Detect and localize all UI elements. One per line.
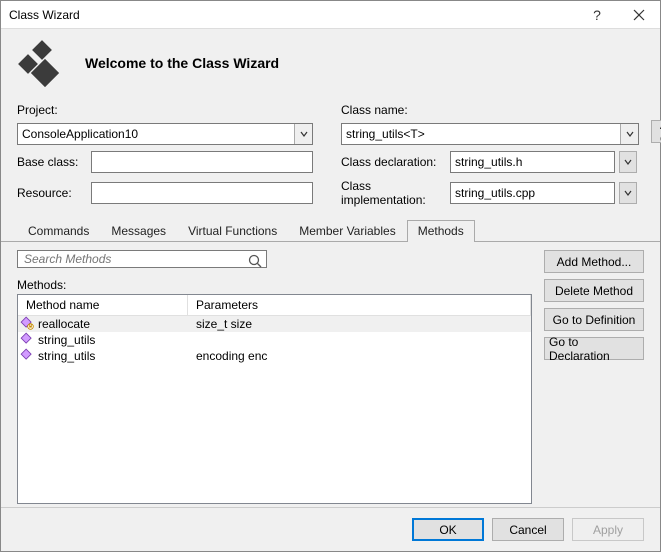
column-parameters[interactable]: Parameters bbox=[188, 295, 531, 315]
go-to-declaration-button[interactable]: Go to Declaration bbox=[544, 337, 644, 360]
class-name-combo[interactable]: string_utils<T> bbox=[341, 123, 639, 145]
ok-button[interactable]: OK bbox=[412, 518, 484, 541]
method-name: string_utils bbox=[38, 333, 95, 347]
tab-methods[interactable]: Methods bbox=[407, 220, 475, 242]
table-row[interactable]: reallocate size_t size bbox=[18, 316, 531, 332]
resource-label: Resource: bbox=[17, 186, 87, 200]
class-name-label: Class name: bbox=[341, 103, 446, 117]
class-implementation-value: string_utils.cpp bbox=[455, 186, 535, 200]
wizard-title: Welcome to the Class Wizard bbox=[85, 55, 279, 71]
tab-virtual-functions[interactable]: Virtual Functions bbox=[177, 220, 288, 242]
method-params: encoding enc bbox=[188, 349, 531, 363]
table-body: reallocatesize_t sizestring_utilsstring_… bbox=[18, 316, 531, 503]
delete-method-button[interactable]: Delete Method bbox=[544, 279, 644, 302]
class-implementation-label: Class implementation: bbox=[341, 179, 446, 207]
close-icon bbox=[633, 9, 645, 21]
chevron-down-icon bbox=[620, 124, 638, 144]
methods-panel: Methods: Method name Parameters realloca… bbox=[1, 242, 660, 507]
project-combo[interactable]: ConsoleApplication10 bbox=[17, 123, 313, 145]
table-header: Method name Parameters bbox=[18, 295, 531, 316]
method-icon bbox=[20, 348, 34, 365]
method-icon bbox=[20, 332, 34, 349]
wizard-logo-icon bbox=[17, 39, 65, 87]
method-name: reallocate bbox=[38, 317, 90, 331]
base-class-label: Base class: bbox=[17, 155, 87, 169]
form-area: Project: Class name: ConsoleApplication1… bbox=[1, 103, 660, 211]
chevron-down-icon bbox=[294, 124, 312, 144]
class-declaration-field[interactable]: string_utils.h bbox=[450, 151, 615, 173]
search-field[interactable] bbox=[22, 251, 262, 267]
window-title: Class Wizard bbox=[9, 8, 576, 22]
column-method-name[interactable]: Method name bbox=[18, 295, 188, 315]
methods-table: Method name Parameters reallocate size_t … bbox=[17, 294, 532, 504]
methods-actions: Add Method... Delete Method Go to Defini… bbox=[544, 250, 644, 499]
class-declaration-label: Class declaration: bbox=[341, 155, 446, 169]
tab-member-variables[interactable]: Member Variables bbox=[288, 220, 406, 242]
class-declaration-dropdown[interactable] bbox=[619, 151, 637, 173]
chevron-down-icon bbox=[624, 189, 632, 197]
tab-commands[interactable]: Commands bbox=[17, 220, 100, 242]
resource-field[interactable] bbox=[91, 182, 313, 204]
class-implementation-field[interactable]: string_utils.cpp bbox=[450, 182, 615, 204]
search-icon bbox=[247, 253, 263, 272]
cancel-button[interactable]: Cancel bbox=[492, 518, 564, 541]
add-class-button[interactable]: Add Class... bbox=[651, 120, 661, 143]
method-params: size_t size bbox=[188, 317, 531, 331]
table-row[interactable]: string_utils bbox=[18, 332, 531, 348]
go-to-definition-button[interactable]: Go to Definition bbox=[544, 308, 644, 331]
wizard-header: Welcome to the Class Wizard bbox=[1, 29, 660, 103]
help-button[interactable]: ? bbox=[576, 1, 618, 29]
class-declaration-value: string_utils.h bbox=[455, 155, 522, 169]
tab-bar: Commands Messages Virtual Functions Memb… bbox=[1, 211, 660, 242]
add-method-button[interactable]: Add Method... bbox=[544, 250, 644, 273]
search-methods-input[interactable] bbox=[17, 250, 267, 268]
dialog-footer: OK Cancel Apply bbox=[1, 507, 660, 551]
project-value: ConsoleApplication10 bbox=[22, 127, 138, 141]
base-class-field[interactable] bbox=[91, 151, 313, 173]
class-implementation-dropdown[interactable] bbox=[619, 182, 637, 204]
project-label: Project: bbox=[17, 103, 87, 117]
apply-button: Apply bbox=[572, 518, 644, 541]
tab-messages[interactable]: Messages bbox=[100, 220, 177, 242]
method-icon bbox=[20, 316, 34, 333]
chevron-down-icon bbox=[624, 158, 632, 166]
methods-section-label: Methods: bbox=[17, 278, 532, 292]
title-bar: Class Wizard ? bbox=[1, 1, 660, 29]
table-row[interactable]: string_utils encoding enc bbox=[18, 348, 531, 364]
close-button[interactable] bbox=[618, 1, 660, 29]
method-name: string_utils bbox=[38, 349, 95, 363]
class-name-value: string_utils<T> bbox=[346, 127, 425, 141]
